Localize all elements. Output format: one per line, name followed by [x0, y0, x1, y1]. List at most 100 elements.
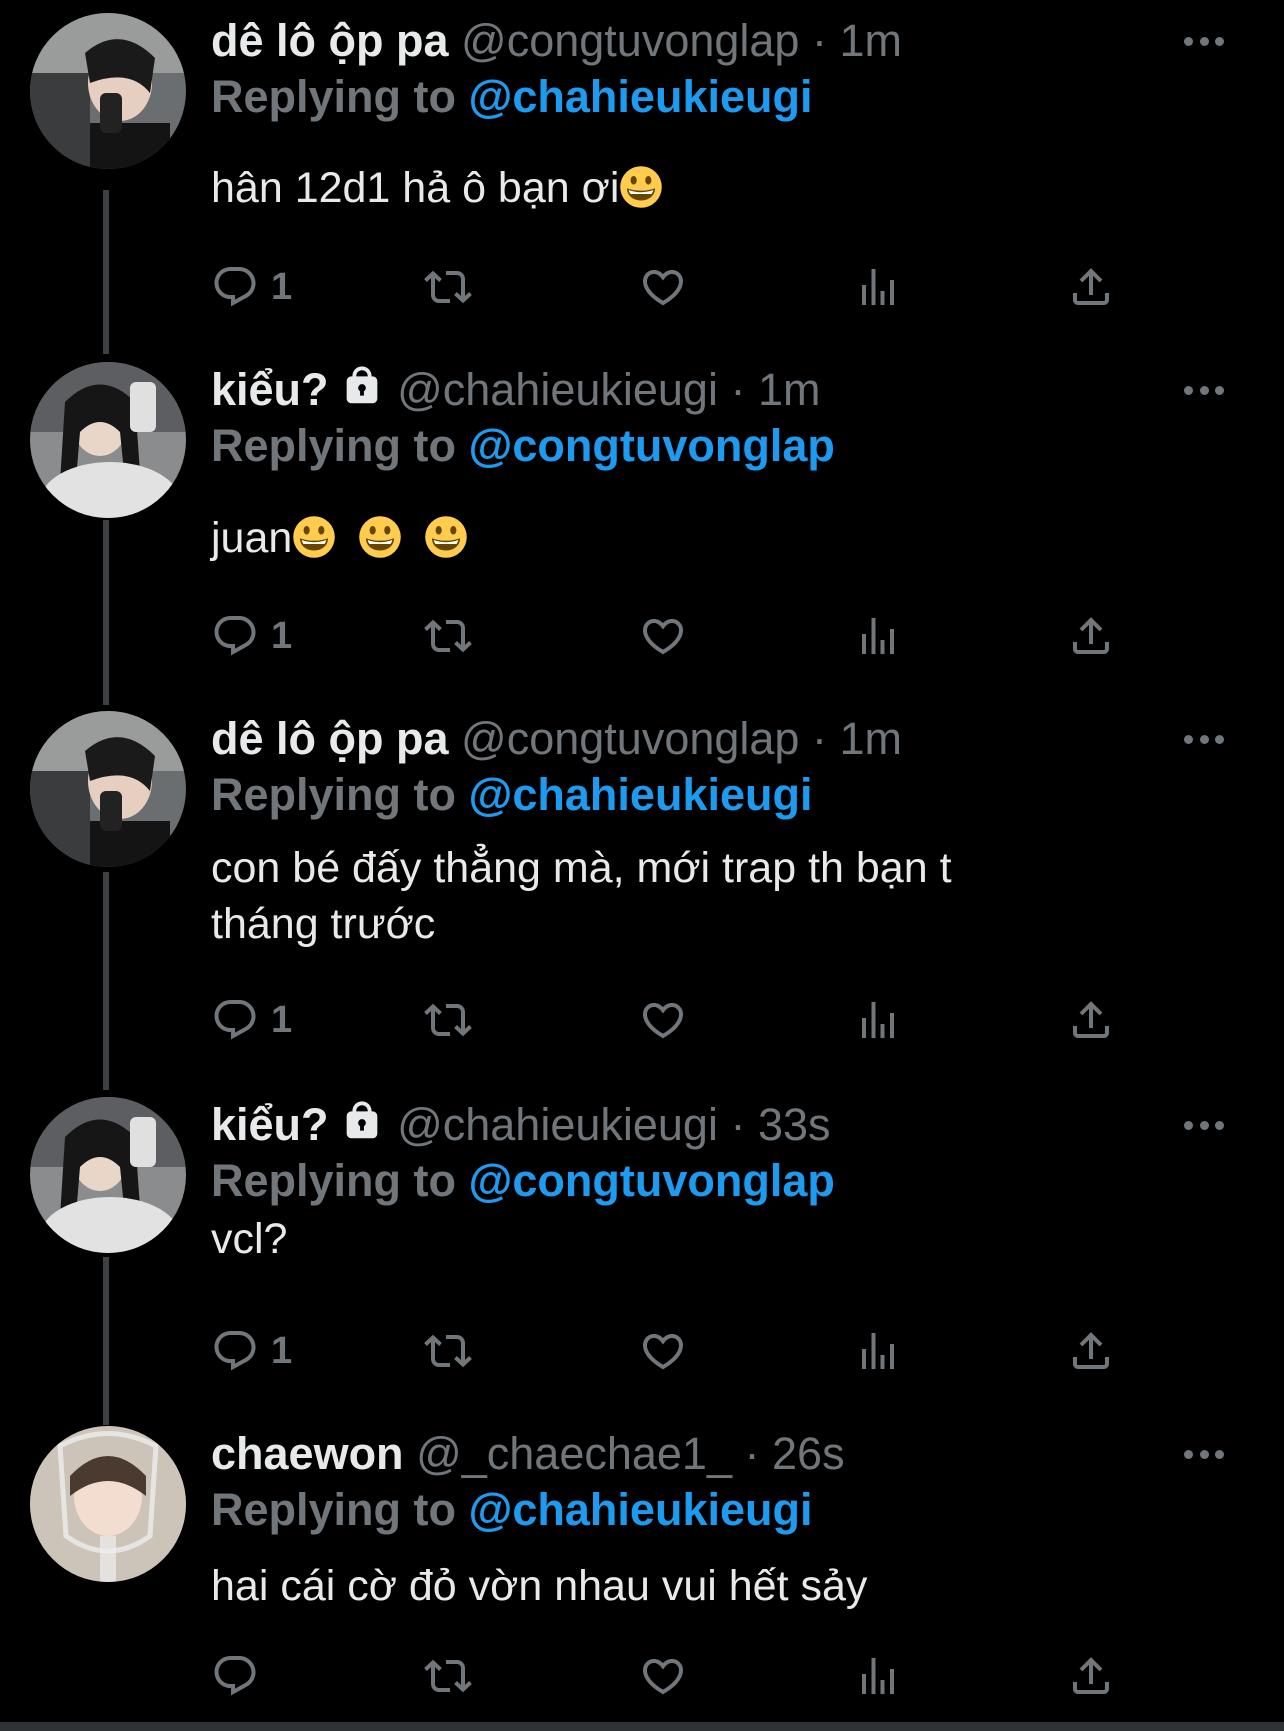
views-button[interactable]	[854, 992, 902, 1048]
retweet-icon	[424, 263, 472, 311]
tweet-text-line: tháng trước	[211, 900, 436, 948]
tweet-text-content: vcl?	[211, 1215, 288, 1263]
like-button[interactable]	[639, 1323, 687, 1379]
reply-button[interactable]: 1	[211, 1323, 292, 1379]
reply-count: 1	[271, 998, 293, 1041]
reply-button[interactable]: 1	[211, 259, 292, 315]
share-button[interactable]	[1067, 608, 1115, 664]
tweet[interactable]: kiểu? @chahieukieugi · 33s Replying to @…	[0, 1097, 1284, 1407]
more-icon[interactable]	[1184, 719, 1224, 759]
mention-link[interactable]: @congtuvonglap	[469, 420, 835, 471]
replying-to: Replying to @chahieukieugi	[211, 1482, 812, 1538]
tweet-text: hân 12d1 hả ô bạn ơi	[211, 160, 1151, 216]
retweet-button[interactable]	[424, 1323, 472, 1379]
share-icon	[1067, 1652, 1115, 1700]
views-button[interactable]	[854, 608, 902, 664]
like-icon	[639, 996, 687, 1044]
views-icon	[854, 996, 902, 1044]
tweet[interactable]: dê lô ộp pa @congtuvonglap · 1m Replying…	[0, 711, 1284, 1071]
like-icon	[639, 1652, 687, 1700]
retweet-icon	[424, 612, 472, 660]
mention-link[interactable]: @chahieukieugi	[469, 71, 813, 122]
views-icon	[854, 263, 902, 311]
like-button[interactable]	[639, 259, 687, 315]
like-button[interactable]	[639, 608, 687, 664]
like-button[interactable]	[639, 1648, 687, 1704]
user-handle[interactable]: @congtuvonglap	[461, 713, 799, 764]
views-button[interactable]	[854, 259, 902, 315]
tweet-header: chaewon @_chaechae1_ · 26s	[211, 1426, 845, 1482]
share-button[interactable]	[1067, 992, 1115, 1048]
reply-button[interactable]: 1	[211, 608, 292, 664]
retweet-icon	[424, 996, 472, 1044]
user-handle[interactable]: @congtuvonglap	[461, 15, 799, 66]
tweet[interactable]: chaewon @_chaechae1_ · 26s Replying to @…	[0, 1426, 1284, 1726]
grinning-emoji	[619, 165, 663, 209]
tweet-text: con bé đấy thẳng mà, mới trap th bạn t t…	[211, 840, 1151, 952]
like-icon	[639, 263, 687, 311]
display-name[interactable]: kiểu?	[211, 364, 329, 415]
timestamp[interactable]: 26s	[772, 1428, 845, 1479]
user-handle[interactable]: @_chaechae1_	[416, 1428, 732, 1479]
avatar[interactable]	[30, 1426, 186, 1582]
reply-icon	[211, 1652, 259, 1700]
more-icon[interactable]	[1184, 1434, 1224, 1474]
like-icon	[639, 1327, 687, 1375]
grinning-emoji	[424, 515, 468, 559]
avatar[interactable]	[30, 13, 186, 169]
mention-link[interactable]: @congtuvonglap	[469, 1155, 835, 1206]
user-handle[interactable]: @chahieukieugi	[397, 1099, 718, 1150]
user-handle[interactable]: @chahieukieugi	[397, 364, 718, 415]
share-button[interactable]	[1067, 259, 1115, 315]
reply-button[interactable]: 1	[211, 992, 292, 1048]
reply-icon	[211, 263, 259, 311]
avatar[interactable]	[30, 1097, 186, 1253]
mention-link[interactable]: @chahieukieugi	[469, 1484, 813, 1535]
reply-button[interactable]	[211, 1648, 271, 1704]
timestamp[interactable]: 33s	[758, 1099, 831, 1150]
tweet-header: dê lô ộp pa @congtuvonglap · 1m	[211, 711, 902, 767]
retweet-button[interactable]	[424, 259, 472, 315]
timestamp[interactable]: 1m	[758, 364, 821, 415]
views-button[interactable]	[854, 1648, 902, 1704]
reply-icon	[211, 612, 259, 660]
timestamp[interactable]: 1m	[840, 713, 903, 764]
display-name[interactable]: dê lô ộp pa	[211, 713, 449, 764]
tweet-text-content: hai cái cờ đỏ vờn nhau vui hết sảy	[211, 1562, 868, 1610]
tweet-text-content: hân 12d1 hả ô bạn ơi	[211, 164, 620, 212]
tweet[interactable]: dê lô ộp pa @congtuvonglap · 1m Replying…	[0, 13, 1284, 333]
replying-label: Replying to	[211, 71, 456, 122]
retweet-button[interactable]	[424, 1648, 472, 1704]
reply-icon	[211, 996, 259, 1044]
share-icon	[1067, 612, 1115, 660]
timestamp[interactable]: 1m	[840, 15, 903, 66]
share-button[interactable]	[1067, 1648, 1115, 1704]
share-button[interactable]	[1067, 1323, 1115, 1379]
more-icon[interactable]	[1184, 370, 1224, 410]
more-icon[interactable]	[1184, 1105, 1224, 1145]
tweet-text-line: con bé đấy thẳng mà, mới trap th bạn t	[211, 844, 952, 892]
tweet-text-content: juan	[211, 514, 293, 562]
reply-count: 1	[271, 265, 293, 308]
views-button[interactable]	[854, 1323, 902, 1379]
replying-to: Replying to @chahieukieugi	[211, 767, 812, 823]
avatar[interactable]	[30, 711, 186, 867]
retweet-button[interactable]	[424, 992, 472, 1048]
retweet-button[interactable]	[424, 608, 472, 664]
share-icon	[1067, 996, 1115, 1044]
replying-label: Replying to	[211, 420, 456, 471]
tweet[interactable]: kiểu? @chahieukieugi · 1m Replying to @c…	[0, 362, 1284, 682]
display-name[interactable]: chaewon	[211, 1428, 404, 1479]
replying-label: Replying to	[211, 1155, 456, 1206]
display-name[interactable]: kiểu?	[211, 1099, 329, 1150]
reply-count: 1	[271, 614, 293, 657]
action-bar	[211, 1648, 1111, 1704]
more-icon[interactable]	[1184, 21, 1224, 61]
like-button[interactable]	[639, 992, 687, 1048]
action-bar: 1	[211, 608, 1111, 664]
lock-icon	[339, 1098, 385, 1144]
avatar[interactable]	[30, 362, 186, 518]
display-name[interactable]: dê lô ộp pa	[211, 15, 449, 66]
separator-dot: ·	[811, 713, 827, 764]
mention-link[interactable]: @chahieukieugi	[469, 769, 813, 820]
